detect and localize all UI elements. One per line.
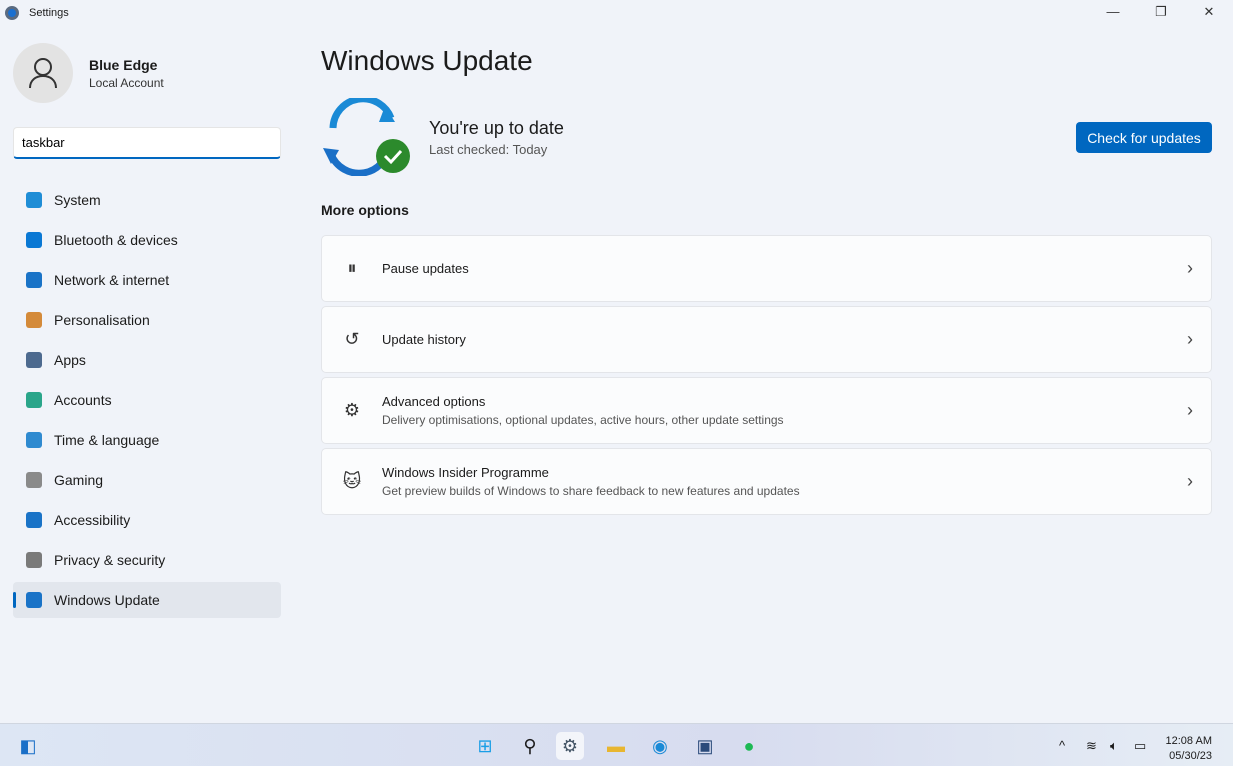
settings-search-input[interactable] (13, 127, 281, 159)
chevron-right-icon: › (1187, 471, 1193, 491)
close-button[interactable]: ✕ (1199, 4, 1219, 20)
nav-icon (26, 512, 42, 528)
user-name: Blue Edge (89, 56, 158, 73)
sidebar-item-label: Network & internet (54, 272, 170, 288)
nav-icon (26, 192, 42, 208)
sidebar-nav: System Bluetooth & devices Network & inter… (13, 182, 281, 622)
date: 05/30/23 (1169, 750, 1212, 762)
card-subtitle: Delivery optimisations, optional updates… (382, 413, 784, 427)
settings-app-icon[interactable]: ⚙ (556, 732, 584, 760)
sidebar-item-label: Accessibility (54, 512, 131, 528)
search-icon[interactable]: ⚲ (516, 732, 544, 760)
nav-icon (26, 232, 42, 248)
user-icon (29, 58, 57, 89)
insider-cat-icon: 🐱︎ (342, 471, 362, 491)
wifi-icon[interactable]: ≋ (1086, 738, 1097, 754)
nav-icon (26, 472, 42, 488)
nav-icon (26, 432, 42, 448)
status-title: You're up to date (429, 117, 564, 138)
restore-button[interactable]: ❐ (1151, 4, 1171, 20)
sidebar-item-label: Privacy & security (54, 552, 166, 568)
chevron-right-icon: › (1187, 400, 1193, 420)
start-icon[interactable]: ⊞ (471, 732, 499, 760)
settings-gear-icon (5, 6, 19, 20)
taskbar: ◧ ⊞ ⚲ ⚙ ▬ ◉ ▣ ● ^ ≋ 🔈︎ ▭ 12:08 AM 05/30/2… (0, 723, 1233, 766)
sidebar-item-accessibility[interactable]: Accessibility (13, 502, 281, 538)
sidebar-item-personalisation[interactable]: Personalisation (13, 302, 281, 338)
sidebar-item-accounts[interactable]: Accounts (13, 382, 281, 418)
sidebar-item-windows-update[interactable]: Windows Update (13, 582, 281, 618)
option-card[interactable]: ⏸︎ Pause updates › (321, 235, 1212, 302)
sidebar-item-label: Accounts (54, 392, 112, 408)
chevron-right-icon: › (1187, 329, 1193, 349)
card-title: Windows Insider Programme (382, 465, 549, 480)
nav-icon (26, 272, 42, 288)
card-title: Pause updates (382, 261, 469, 276)
update-status: You're up to date Last checked: Today (321, 98, 564, 176)
last-checked: Last checked: Today (429, 141, 548, 157)
sidebar-item-gaming[interactable]: Gaming (13, 462, 281, 498)
page-title: Windows Update (321, 45, 533, 76)
store-icon[interactable]: ▣ (691, 732, 719, 760)
card-title: Advanced options (382, 394, 486, 409)
chevron-right-icon: › (1187, 258, 1193, 278)
spotify-icon[interactable]: ● (735, 732, 763, 760)
widgets-icon[interactable]: ◧ (14, 732, 42, 760)
sidebar-item-label: Gaming (54, 472, 104, 488)
pause-icon: ⏸︎ (347, 258, 357, 278)
user-profile[interactable]: Blue Edge Local Account (13, 43, 164, 103)
sidebar-item-label: Time & language (54, 432, 160, 448)
option-card[interactable]: ⚙ Advanced options Delivery optimisations,… (321, 377, 1212, 444)
sidebar-item-label: Bluetooth & devices (54, 232, 178, 248)
clock[interactable]: 12:08 AM 05/30/23 (1166, 734, 1212, 764)
check-for-updates-button[interactable]: Check for updates (1076, 122, 1212, 153)
battery-icon[interactable]: ▭ (1134, 738, 1146, 754)
update-sync-icon (323, 98, 410, 176)
history-icon: ↺ (344, 329, 360, 349)
account-type: Local Account (89, 75, 164, 90)
sidebar-item-network-internet[interactable]: Network & internet (13, 262, 281, 298)
window-title: Settings (29, 7, 69, 19)
nav-icon (26, 552, 42, 568)
nav-icon (26, 352, 42, 368)
card-title: Update history (382, 332, 466, 347)
nav-icon (26, 392, 42, 408)
option-card[interactable]: 🐱︎ Windows Insider Programme Get preview b… (321, 448, 1212, 515)
sidebar-item-time-language[interactable]: Time & language (13, 422, 281, 458)
time: 12:08 AM (1165, 735, 1212, 747)
more-options-heading: More options (321, 202, 409, 218)
volume-icon[interactable]: 🔈︎ (1110, 738, 1118, 754)
nav-icon (26, 312, 42, 328)
sidebar-item-bluetooth-devices[interactable]: Bluetooth & devices (13, 222, 281, 258)
minimize-button[interactable]: — (1103, 4, 1123, 19)
option-card[interactable]: ↺ Update history › (321, 306, 1212, 373)
sidebar-item-label: System (54, 192, 101, 208)
gears-icon: ⚙ (343, 400, 361, 420)
sidebar-item-label: Windows Update (54, 592, 160, 608)
sidebar-item-privacy-security[interactable]: Privacy & security (13, 542, 281, 578)
edge-icon[interactable]: ◉ (646, 732, 674, 760)
card-subtitle: Get preview builds of Windows to share f… (382, 484, 800, 498)
sidebar-item-label: Apps (54, 352, 86, 368)
sidebar-item-label: Personalisation (54, 312, 150, 328)
sidebar-item-system[interactable]: System (13, 182, 281, 218)
title-bar: Settings — ❐ ✕ (0, 0, 1233, 28)
file-explorer-icon[interactable]: ▬ (602, 732, 630, 760)
avatar (13, 43, 73, 103)
sidebar-item-apps[interactable]: Apps (13, 342, 281, 378)
show-hidden-icons[interactable]: ^ (1059, 738, 1065, 753)
nav-icon (26, 592, 42, 608)
